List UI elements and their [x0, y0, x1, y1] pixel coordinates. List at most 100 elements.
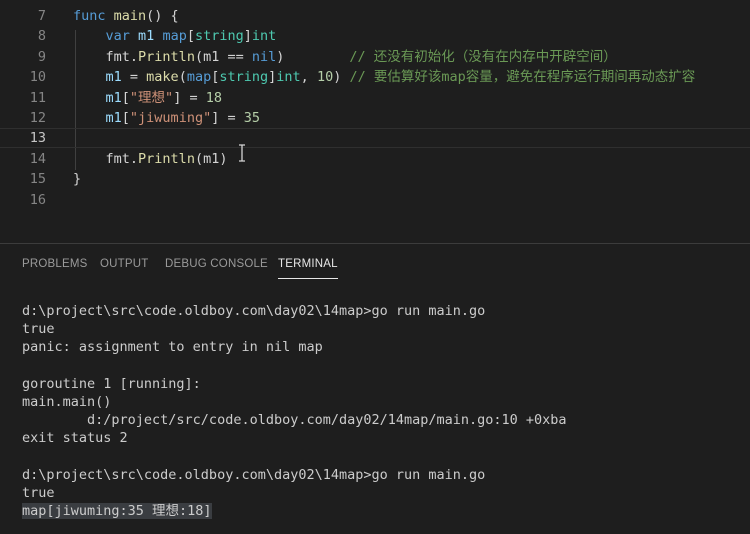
code-token: m1: [105, 89, 122, 106]
code-token: }: [73, 171, 82, 188]
code-token: int: [251, 28, 277, 45]
code-token: fmt: [105, 48, 130, 65]
line-number: 12: [29, 110, 46, 126]
code-token: =: [121, 69, 147, 86]
terminal-line-text: true: [22, 484, 55, 501]
tab-debug-console[interactable]: DEBUG CONSOLE: [165, 258, 268, 270]
line-number: 14: [29, 150, 46, 167]
terminal-line: panic: assignment to entry in nil map: [22, 338, 742, 356]
code-token: (m1): [194, 150, 228, 167]
code-line[interactable]: 7 func main() {: [0, 6, 750, 26]
line-number: 8: [37, 28, 46, 45]
code-token: .: [129, 150, 139, 167]
code-token: [: [121, 89, 130, 106]
code-token: Println: [138, 150, 195, 167]
code-editor[interactable]: 7 func main() {8 var m1 map[string]int 9 f…: [0, 0, 750, 243]
terminal-line: main.main(): [22, 393, 742, 411]
code-text: }: [73, 169, 81, 189]
code-token: m1: [105, 69, 122, 86]
tab-terminal[interactable]: TERMINAL: [278, 258, 338, 279]
code-token: 18: [205, 89, 222, 106]
code-token: string: [219, 69, 269, 86]
terminal-output[interactable]: d:\project\src\code.oldboy.com\day02\14m…: [22, 302, 742, 520]
code-token: fmt: [105, 150, 130, 167]
code-token: (m1 ==: [194, 48, 252, 65]
code-token: m1: [105, 110, 122, 126]
code-line[interactable]: 12 m1["jiwuming"] = 35: [0, 108, 750, 128]
code-token: (: [178, 69, 187, 86]
terminal-line-text: d:/project/src/code.oldboy.com/day02/14m…: [22, 412, 567, 429]
code-token: 35: [243, 110, 260, 126]
code-token: [: [121, 110, 130, 126]
code-token: ] =: [173, 89, 206, 106]
code-token: 10: [316, 69, 334, 86]
code-text: m1 = make(map[string]int, 10) // 要估算好该ma…: [73, 67, 696, 87]
code-token: int: [276, 69, 301, 86]
code-token: .: [129, 48, 139, 65]
terminal-line: map[jiwuming:35 理想:18]: [22, 502, 742, 520]
terminal-line-text: main.main(): [22, 393, 112, 410]
code-token: "jiwuming": [129, 110, 212, 126]
tab-output[interactable]: OUTPUT: [100, 258, 148, 270]
code-token: // 还没有初始化（没有在内存中开辟空间）: [349, 48, 617, 65]
code-line[interactable]: 8 var m1 map[string]int: [0, 26, 750, 46]
tab-problems[interactable]: PROBLEMS: [22, 258, 88, 270]
line-number: 16: [29, 191, 46, 208]
code-token: string: [194, 28, 244, 45]
code-line[interactable]: 9 fmt.Println(m1 == nil) // 还没有初始化（没有在内存…: [0, 47, 750, 67]
code-text: m1["理想"] = 18: [73, 88, 222, 108]
code-token: m1: [138, 28, 155, 45]
code-text: func main() {: [73, 6, 179, 26]
code-token: "理想": [129, 89, 174, 106]
code-token: [: [186, 28, 195, 45]
code-token: ): [276, 48, 350, 65]
code-line[interactable]: 11 m1["理想"] = 18: [0, 88, 750, 108]
code-token: ,: [300, 69, 317, 86]
code-line[interactable]: 14 fmt.Println(m1): [0, 149, 750, 169]
code-token: Println: [138, 48, 195, 65]
code-token: ): [333, 69, 350, 86]
line-number: 15: [29, 171, 46, 188]
code-line[interactable]: 10 m1 = make(map[string]int, 10) // 要估算好…: [0, 67, 750, 87]
terminal-line: d:\project\src\code.oldboy.com\day02\14m…: [22, 302, 742, 320]
line-number: 10: [29, 69, 46, 86]
code-token: var: [105, 28, 130, 45]
code-line[interactable]: 13: [0, 128, 750, 149]
code-token: nil: [251, 48, 277, 65]
code-token: () {: [146, 8, 179, 24]
line-number: 11: [29, 89, 46, 106]
terminal-line-text: true: [22, 321, 55, 338]
line-number: 7: [37, 8, 46, 24]
terminal-line-text: panic: assignment to entry in nil map: [22, 339, 323, 356]
code-text: var m1 map[string]int: [73, 26, 277, 46]
panel-tabs: PROBLEMS OUTPUT DEBUG CONSOLE TERMINAL: [0, 244, 750, 286]
code-token: make: [146, 69, 179, 86]
terminal-line: d:/project/src/code.oldboy.com/day02/14m…: [22, 411, 742, 429]
terminal-line: true: [22, 484, 742, 502]
code-text: m1["jiwuming"] = 35: [73, 108, 260, 128]
terminal-line: d:\project\src\code.oldboy.com\day02\14m…: [22, 466, 742, 484]
code-token: // 要估算好该map容量，避免在程序运行期间再动态扩容: [349, 69, 696, 86]
code-text: fmt.Println(m1 == nil) // 还没有初始化（没有在内存中开…: [73, 47, 617, 67]
bottom-panel: PROBLEMS OUTPUT DEBUG CONSOLE TERMINAL d…: [0, 243, 750, 534]
terminal-line-text: goroutine 1 [running]:: [22, 375, 201, 392]
line-number: 9: [37, 48, 46, 65]
text-cursor-icon: [239, 144, 245, 162]
code-line[interactable]: 16: [0, 190, 750, 210]
code-token: map: [162, 28, 187, 45]
terminal-line-text: map[jiwuming:35 理想:18]: [22, 503, 212, 520]
code-line[interactable]: 15}: [0, 169, 750, 189]
code-token: func: [73, 8, 106, 24]
terminal-line-text: d:\project\src\code.oldboy.com\day02\14m…: [22, 466, 486, 483]
code-token: ]: [243, 28, 252, 45]
